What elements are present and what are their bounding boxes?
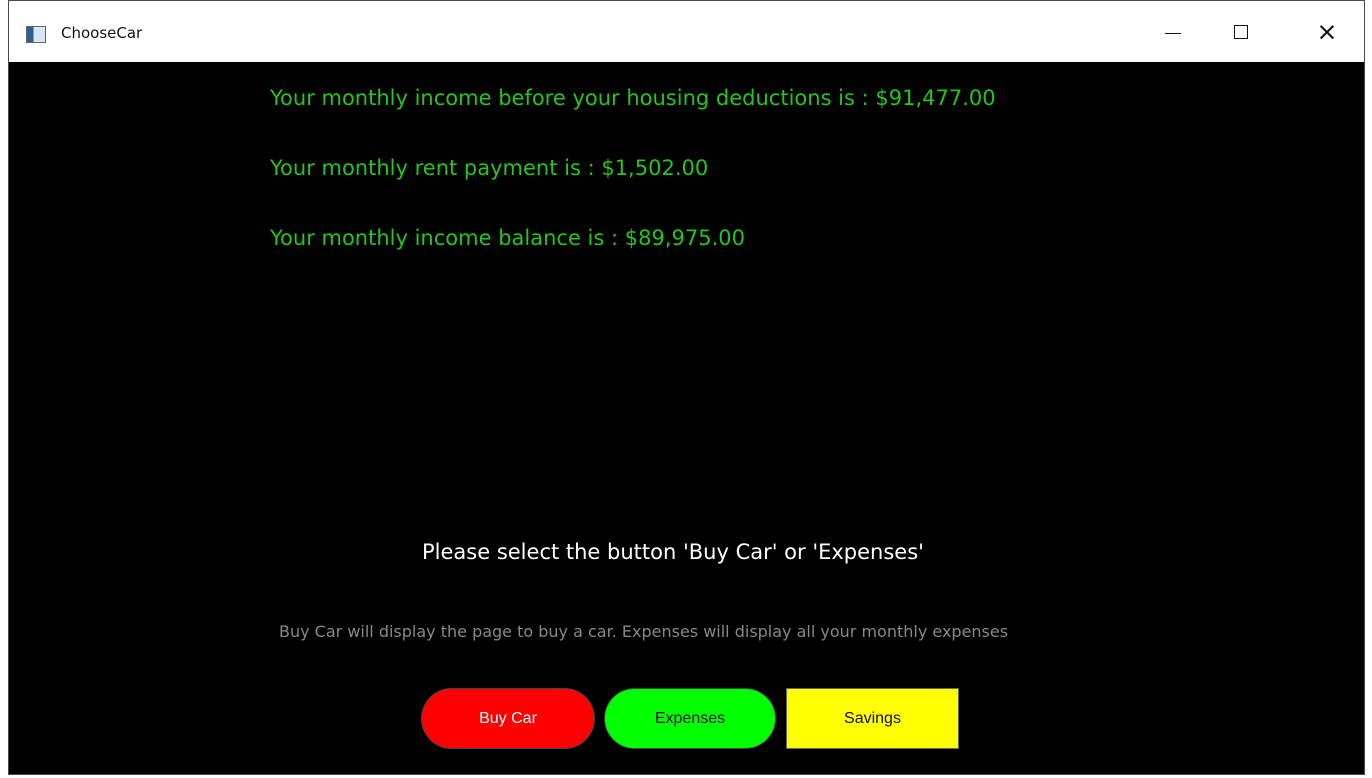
button-description: Buy Car will display the page to buy a c…: [279, 622, 1009, 641]
window-title-bar[interactable]: ChooseCar ×: [9, 1, 1364, 62]
maximize-button[interactable]: [1199, 1, 1283, 62]
maximize-icon: [1234, 24, 1248, 39]
monthly-income-balance: Your monthly income balance is : $89,975…: [270, 226, 745, 250]
choose-car-content: Your monthly income before your housing …: [9, 62, 1364, 774]
monthly-income-before-housing: Your monthly income before your housing …: [270, 86, 996, 110]
expenses-button[interactable]: Expenses: [604, 688, 776, 749]
window-title: ChooseCar: [61, 24, 143, 42]
window-app-icon: [26, 26, 46, 43]
choose-car-window: ChooseCar × Your monthly income before y…: [8, 0, 1365, 775]
monthly-rent-payment: Your monthly rent payment is : $1,502.00: [270, 156, 709, 180]
savings-button[interactable]: Savings: [786, 688, 959, 749]
selection-instruction: Please select the button 'Buy Car' or 'E…: [422, 540, 924, 564]
buy-car-button[interactable]: Buy Car: [421, 688, 595, 749]
close-icon: ×: [1316, 16, 1338, 46]
close-button[interactable]: ×: [1285, 1, 1364, 62]
minimize-icon: [1165, 32, 1181, 34]
